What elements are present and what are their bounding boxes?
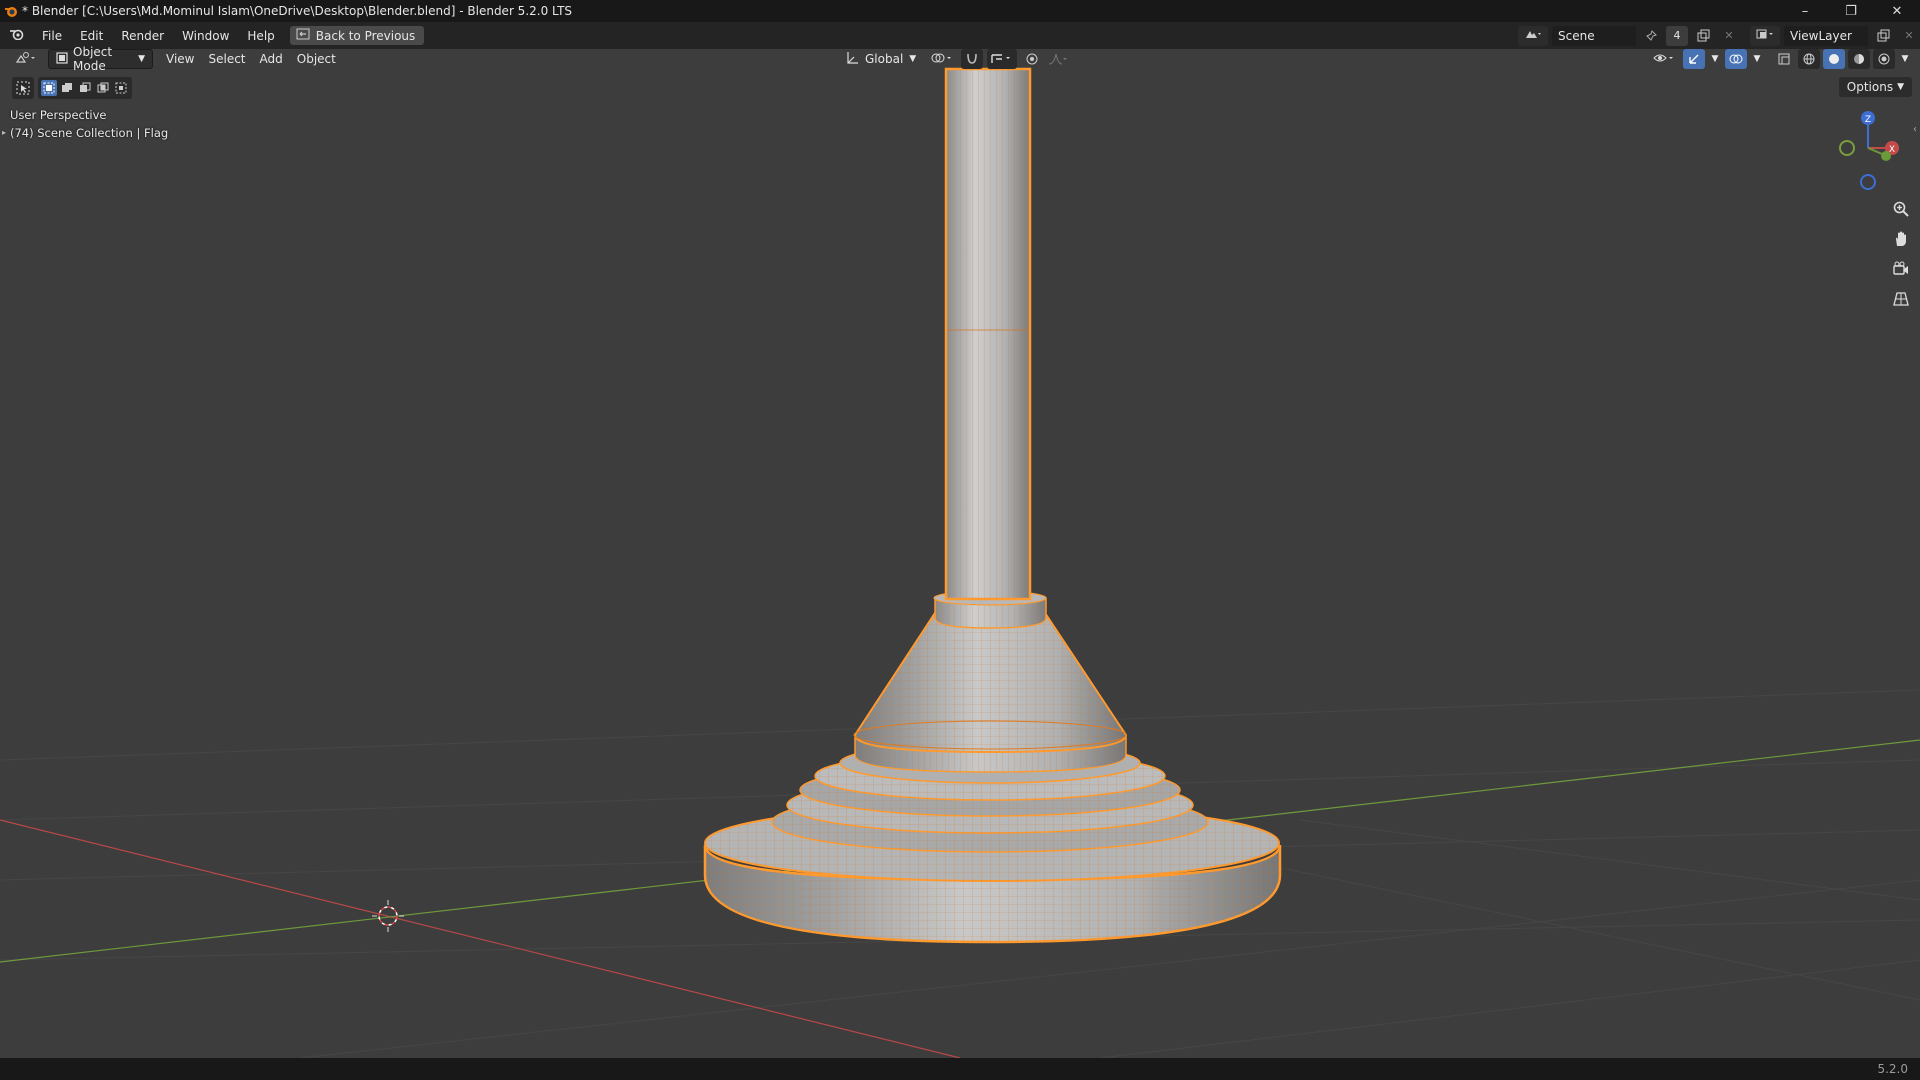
chevron-down-icon[interactable]: ▼ [1750,49,1764,69]
menu-edit[interactable]: Edit [71,25,112,47]
sidebar-toggle-icon[interactable]: ‹ [1913,124,1917,135]
snap-toggle-icon[interactable] [961,49,984,69]
transform-tools: Global ▼ [838,49,1069,69]
viewport-collection-label: (74) Scene Collection | Flag [10,126,169,140]
viewport-header: Object Mode ▼ View Select Add Object Glo… [0,45,1920,73]
perspective-toggle-icon[interactable] [1888,286,1914,312]
pan-hand-icon[interactable] [1888,226,1914,252]
flag-pole-object[interactable] [703,67,1282,944]
gizmo-neg-y-axis[interactable] [1839,140,1855,156]
gizmo-neg-z-axis[interactable] [1860,174,1876,190]
restore-icon[interactable]: ❐ [1828,0,1874,22]
options-dropdown[interactable]: Options ▼ [1838,77,1912,97]
menu-object[interactable]: Object [290,49,343,69]
eye-icon [1653,51,1677,68]
object-mode-dropdown[interactable]: Object Mode ▼ [48,45,153,73]
proportional-edit-icon[interactable] [1021,49,1043,69]
minimize-icon[interactable]: – [1782,0,1828,22]
wireframe-shading-icon[interactable] [1798,49,1820,69]
title-bar: * Blender [C:\Users\Md.Mominul Islam\One… [0,0,1920,22]
status-bar: 5.2.0 [0,1058,1920,1080]
transform-orientation-dropdown[interactable]: Global ▼ [838,49,923,69]
scene-users-count: 4 [1666,25,1688,46]
chevron-down-icon: ▼ [138,54,145,64]
extend-selection-icon[interactable] [59,80,75,96]
menu-add[interactable]: Add [253,49,290,69]
scene-icon [1524,28,1542,43]
gizmo-toggle-icon[interactable] [1683,49,1705,69]
visibility-dropdown[interactable] [1650,49,1680,69]
orientation-label: Global [865,52,904,66]
delete-scene-icon[interactable]: ✕ [1718,26,1740,46]
duplicate-scene-icon[interactable] [1692,26,1714,46]
material-shading-icon[interactable] [1848,49,1870,69]
snap-target-dropdown[interactable] [987,49,1018,69]
zoom-icon[interactable] [1888,196,1914,222]
pivot-icon [930,51,954,68]
viewport-perspective-label: User Perspective [10,108,107,122]
scene-name-field[interactable]: Scene [1552,25,1636,46]
3d-viewport-icon [15,51,37,68]
expand-arrow-icon[interactable]: ▸ [2,128,6,137]
menu-render[interactable]: Render [112,25,173,47]
camera-view-icon[interactable] [1888,256,1914,282]
scene-selector-group: Scene 4 ✕ ViewLayer ✕ [1518,22,1920,49]
menu-view[interactable]: View [159,49,201,69]
remove-view-layer-icon[interactable]: ✕ [1898,26,1920,46]
object-mode-label: Object Mode [73,45,113,73]
select-tool-icon[interactable] [12,77,34,99]
menu-select[interactable]: Select [201,49,252,69]
subtract-selection-icon[interactable] [77,80,93,96]
pin-icon[interactable] [1640,26,1662,46]
viewport-display-tools: ▼ ▼ ▼ [1650,49,1912,69]
view-layer-name-field[interactable]: ViewLayer [1784,25,1868,46]
rendered-shading-icon[interactable] [1873,49,1895,69]
navigation-gizmo[interactable]: Z X [1830,104,1910,194]
orientation-icon [845,51,859,68]
snap-increment-icon [990,51,1014,68]
xray-toggle-icon[interactable] [1773,49,1795,69]
menu-help[interactable]: Help [238,25,283,47]
view-layer-browse-button[interactable] [1750,25,1780,46]
intersect-selection-icon[interactable] [113,80,129,96]
solid-shading-icon[interactable] [1823,49,1845,69]
back-to-previous-label: Back to Previous [315,28,416,43]
window-title: * Blender [C:\Users\Md.Mominul Islam\One… [22,4,573,18]
menu-file[interactable]: File [33,25,71,47]
editor-type-button[interactable] [8,49,44,69]
view-layer-icon [1756,28,1774,43]
menu-window[interactable]: Window [173,25,238,47]
scene-browse-button[interactable] [1518,25,1548,46]
proportional-falloff-icon[interactable] [1047,49,1069,69]
invert-selection-icon[interactable] [95,80,111,96]
blender-logo-icon [0,0,22,22]
object-mode-icon [56,51,68,67]
scene-name: Scene [1558,28,1595,43]
blender-version: 5.2.0 [1877,1062,1908,1076]
set-new-selection-icon[interactable] [41,80,57,96]
chevron-down-icon: ▼ [909,54,917,64]
back-to-previous-button[interactable]: Back to Previous [289,26,425,45]
chevron-down-icon: ▼ [1897,82,1904,92]
gizmo-z-label: Z [1865,115,1871,125]
overlays-toggle-icon[interactable] [1725,49,1747,69]
options-label: Options [1846,80,1894,94]
pivot-point-dropdown[interactable] [927,49,957,69]
scene-count-value: 4 [1673,29,1681,42]
chevron-down-icon[interactable]: ▼ [1898,49,1912,69]
close-icon[interactable]: ✕ [1874,0,1920,22]
blender-menu-icon[interactable] [0,25,33,47]
back-icon [296,28,310,43]
top-menu-bar: File Edit Render Window Help Back to Pre… [0,22,1920,49]
viewport-navigation-buttons [1888,196,1914,312]
chevron-down-icon[interactable]: ▼ [1708,49,1722,69]
add-view-layer-icon[interactable] [1872,26,1894,46]
tool-settings-row [12,77,132,99]
gizmo-y-axis[interactable] [1881,151,1891,161]
viewport-canvas[interactable] [0,49,1920,1058]
view-layer-name: ViewLayer [1790,28,1852,43]
selection-mode-group [38,77,132,99]
blender-window: * Blender [C:\Users\Md.Mominul Islam\One… [0,0,1920,1080]
